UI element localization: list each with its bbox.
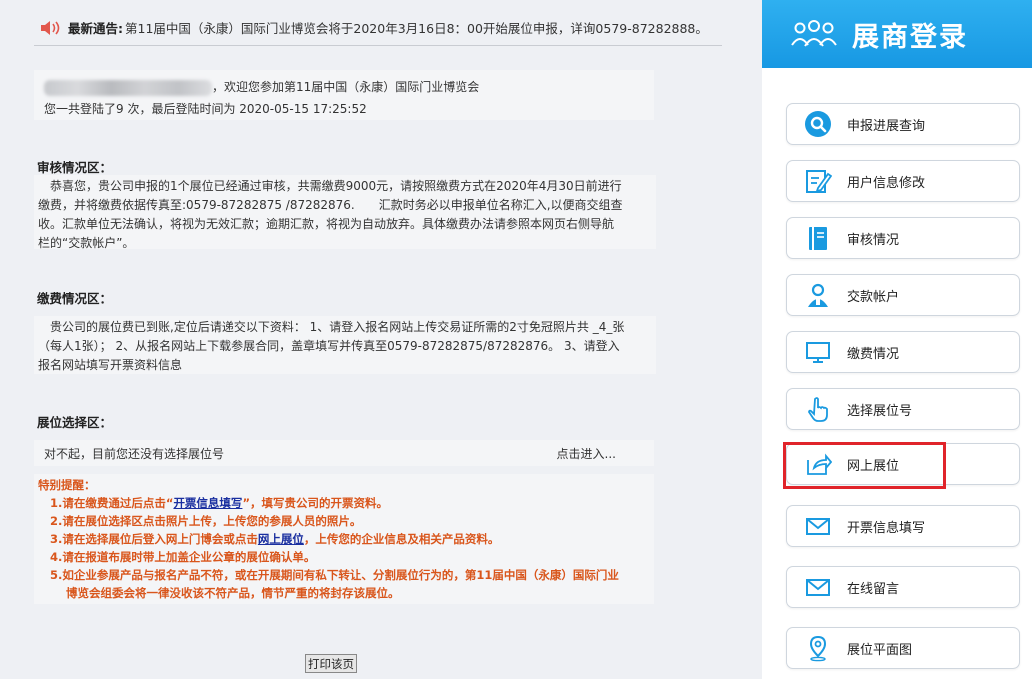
sidebar-item-label: 交款帐户 xyxy=(847,289,900,305)
sidebar-item-label: 申报进展查询 xyxy=(847,118,926,134)
speaker-icon xyxy=(41,20,60,35)
exhibitor-sidebar: 展商登录 申报进展查询 用户信息修改 审核情况 交款帐户 缴费情况 选择展位号 … xyxy=(762,0,1032,679)
booth-status-row: 对不起，目前您还没有选择展位号 点击进入... xyxy=(34,440,654,466)
notice-label: 最新通告: xyxy=(68,21,123,36)
sidebar-item-online-message[interactable]: 在线留言 xyxy=(786,566,1020,608)
payment-section-title: 缴费情况区： xyxy=(37,291,113,306)
print-button[interactable]: 打印该页 xyxy=(305,654,357,673)
sidebar-item-label: 展位平面图 xyxy=(847,642,913,658)
sidebar-item-label: 缴费情况 xyxy=(847,346,900,362)
main-content: 最新通告: 第11届中国（永康）国际门业博览会将于2020年3月16日8：00开… xyxy=(0,0,762,679)
review-line: 恭喜您，贵公司申报的1个展位已经通过审核，共需缴费9000元，请按照缴费方式在2… xyxy=(38,179,622,193)
sidebar-item-select-booth[interactable]: 选择展位号 xyxy=(786,388,1020,430)
sidebar-item-review[interactable]: 审核情况 xyxy=(786,217,1020,259)
sidebar-item-label: 在线留言 xyxy=(847,581,900,597)
sidebar-item-user-info[interactable]: 用户信息修改 xyxy=(786,160,1020,202)
reminder-panel: 特别提醒： 1.请在缴费通过后点击“开票信息填写”，填写贵公司的开票资料。 2.… xyxy=(34,474,654,604)
sidebar-item-floor-plan[interactable]: 展位平面图 xyxy=(786,627,1020,669)
booth-status-text: 对不起，目前您还没有选择展位号 xyxy=(44,446,225,461)
booth-section-title: 展位选择区： xyxy=(37,415,113,430)
payment-line: （每人1张）； 2、从报名网站上下载参展合同，盖章填写并传真至0579-8728… xyxy=(38,339,620,353)
edit-icon xyxy=(803,166,833,196)
booth-enter-link[interactable]: 点击进入... xyxy=(557,445,616,462)
sidebar-title: 展商登录 xyxy=(852,21,968,53)
reminder-item-5: 5.如企业参展产品与报名产品不符，或在开展期间有私下转让、分割展位行为的，第11… xyxy=(50,568,619,582)
notebook-icon xyxy=(803,223,833,253)
review-text: 恭喜您，贵公司申报的1个展位已经通过审核，共需缴费9000元，请按照缴费方式在2… xyxy=(34,175,656,250)
review-line: 缴费，并将缴费依据传真至:0579-87282875 /87282876. 汇款… xyxy=(38,198,623,212)
review-line: 收。汇款单位无法确认，将视为无效汇款；逾期汇款，将视为自动放弃。具体缴费办法请参… xyxy=(38,217,615,231)
monitor-icon xyxy=(803,337,833,367)
sidebar-item-progress-query[interactable]: 申报进展查询 xyxy=(786,103,1020,145)
review-section-title: 审核情况区： xyxy=(37,160,113,175)
welcome-panel: ，欢迎您参加第11届中国（永康）国际门业博览会 您一共登陆了9 次，最后登陆时间… xyxy=(34,70,654,120)
online-booth-link[interactable]: 网上展位 xyxy=(258,532,304,546)
search-icon xyxy=(803,109,833,139)
mail-icon xyxy=(803,572,833,602)
mail-icon xyxy=(803,511,833,541)
sidebar-item-label: 选择展位号 xyxy=(847,403,913,419)
payment-line: 贵公司的展位费已到账,定位后请递交以下资料： 1、请登入报名网站上传交易证所需的… xyxy=(38,320,625,334)
highlight-box xyxy=(783,442,946,489)
notice-bar: 最新通告: 第11届中国（永康）国际门业博览会将于2020年3月16日8：00开… xyxy=(34,10,722,46)
user-icon xyxy=(803,280,833,310)
reminder-item-3: 3.请在选择展位后登入网上门博会或点击网上展位，上传您的企业信息及相关产品资料。 xyxy=(50,532,500,546)
invoice-info-link[interactable]: 开票信息填写 xyxy=(173,496,242,510)
hand-pointer-icon xyxy=(803,394,833,424)
people-icon xyxy=(791,20,837,47)
sidebar-item-invoice[interactable]: 开票信息填写 xyxy=(786,505,1020,547)
sidebar-header: 展商登录 xyxy=(762,0,1032,68)
sidebar-item-payment-status[interactable]: 缴费情况 xyxy=(786,331,1020,373)
reminder-title: 特别提醒： xyxy=(38,478,96,492)
location-pin-icon xyxy=(803,633,833,663)
payment-line: 报名网站填写开票资料信息 xyxy=(38,358,183,372)
sidebar-item-payment-account[interactable]: 交款帐户 xyxy=(786,274,1020,316)
sidebar-item-label: 用户信息修改 xyxy=(847,175,926,191)
welcome-line1: ，欢迎您参加第11届中国（永康）国际门业博览会 xyxy=(212,80,480,94)
reminder-item-5-cont: 博览会组委会将一律没收该不符产品，情节严重的将封存该展位。 xyxy=(66,586,400,600)
notice-text: 第11届中国（永康）国际门业博览会将于2020年3月16日8：00开始展位申报，… xyxy=(125,21,708,36)
welcome-line2: 您一共登陆了9 次，最后登陆时间为 2020-05-15 17:25:52 xyxy=(44,102,367,116)
payment-text: 贵公司的展位费已到账,定位后请递交以下资料： 1、请登入报名网站上传交易证所需的… xyxy=(34,316,656,374)
reminder-item-2: 2.请在展位选择区点击照片上传，上传您的参展人员的照片。 xyxy=(50,514,362,528)
blurred-username xyxy=(44,79,212,96)
sidebar-item-label: 开票信息填写 xyxy=(847,520,926,536)
reminder-item-1: 1.请在缴费通过后点击“开票信息填写”，填写贵公司的开票资料。 xyxy=(50,496,388,510)
review-line: 栏的“交款帐户”。 xyxy=(38,236,135,250)
reminder-item-4: 4.请在报道布展时带上加盖企业公章的展位确认单。 xyxy=(50,550,316,564)
sidebar-item-label: 审核情况 xyxy=(847,232,900,248)
